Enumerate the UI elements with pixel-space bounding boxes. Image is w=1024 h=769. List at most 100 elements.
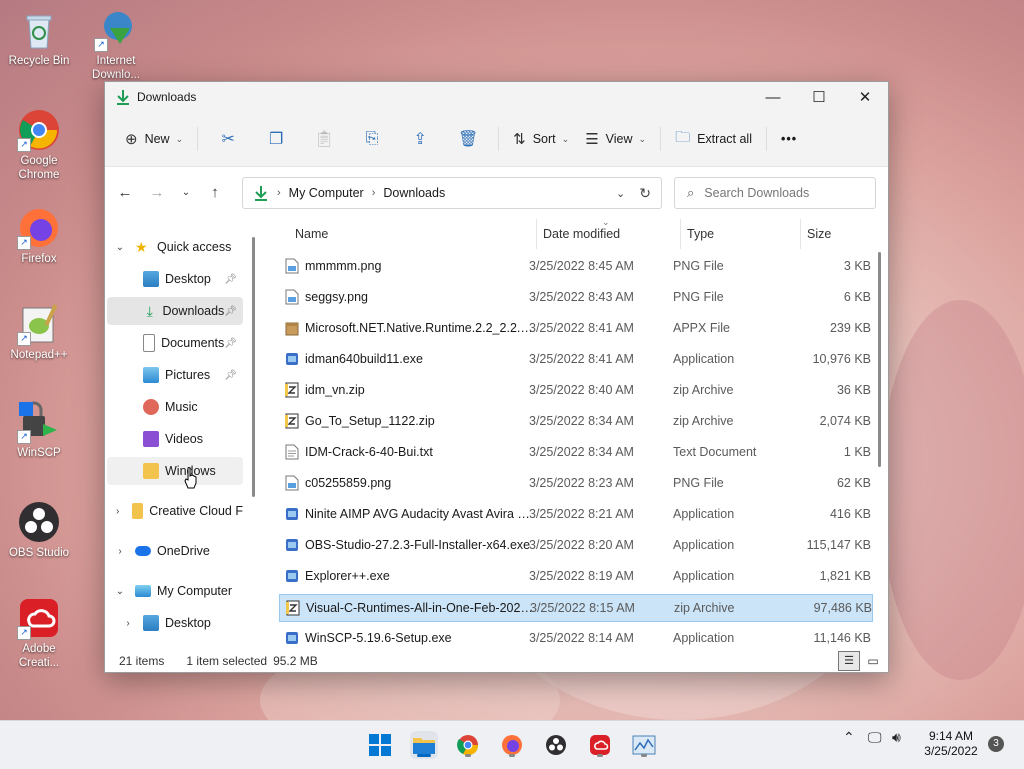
desktop-icon-recycle-bin[interactable]: Recycle Bin xyxy=(1,8,77,68)
view-button[interactable]: ☰ View ⌄ xyxy=(577,123,654,155)
file-row[interactable]: mmmmm.png 3/25/2022 8:45 AM PNG File 3 KB xyxy=(279,253,871,279)
nav-downloads-quick[interactable]: ⤓ Downloads 📌︎ xyxy=(107,297,243,325)
desktop-icon-notepad-plus-plus[interactable]: ↗ Notepad++ xyxy=(1,302,77,362)
file-date: 3/25/2022 8:21 AM xyxy=(529,507,634,521)
details-view-button[interactable]: ☰ xyxy=(838,650,860,671)
desktop-icon-obs-studio[interactable]: OBS Studio xyxy=(1,500,77,560)
more-icon: ••• xyxy=(780,132,798,146)
nav-creative-cloud-files[interactable]: › Creative Cloud F xyxy=(107,497,243,525)
file-row[interactable]: idman640build11.exe 3/25/2022 8:41 AM Appl… xyxy=(279,346,871,372)
file-row[interactable]: Microsoft.NET.Native.Runtime.2.2_2.2.28.… xyxy=(279,315,871,341)
nav-videos[interactable]: Videos xyxy=(107,425,243,453)
file-size: 2,074 KB xyxy=(819,414,871,428)
forward-button[interactable]: → xyxy=(141,184,173,201)
taskbar-adobe-creative-cloud[interactable] xyxy=(586,731,614,759)
column-divider xyxy=(800,219,801,249)
desktop-icon-internet-download-manager[interactable]: ↗ Internet Downlo... xyxy=(78,8,154,82)
desktop-icon-firefox[interactable]: ↗ Firefox xyxy=(1,206,77,266)
nav-item-label: My Computer xyxy=(157,584,233,598)
nav-my-computer[interactable]: ⌄ My Computer xyxy=(107,577,243,605)
notification-badge[interactable]: 3 xyxy=(988,736,1004,752)
file-row[interactable]: Explorer++.exe 3/25/2022 8:19 AM Applicati… xyxy=(279,563,871,589)
downloads-icon xyxy=(115,89,131,105)
volume-icon[interactable]: 🔊︎ xyxy=(892,729,901,746)
file-date: 3/25/2022 8:34 AM xyxy=(529,445,634,459)
package-icon xyxy=(285,320,299,336)
desktop-icon-winscp[interactable]: ↗ WinSCP xyxy=(1,400,77,460)
more-options-button[interactable]: ••• xyxy=(773,123,805,155)
column-header-date[interactable]: Date modified xyxy=(543,227,620,249)
item-count: 21 items xyxy=(119,653,165,668)
file-row[interactable]: idm_vn.zip 3/25/2022 8:40 AM zip Archive 36… xyxy=(279,377,871,403)
taskbar-resource-monitor[interactable] xyxy=(630,731,658,759)
share-button[interactable]: ⇪ xyxy=(396,123,444,155)
divider xyxy=(660,127,662,151)
file-list-scrollbar[interactable] xyxy=(878,252,881,467)
nav-desktop-quick[interactable]: Desktop 📌︎ xyxy=(107,265,243,293)
file-size: 1 KB xyxy=(843,445,871,459)
taskbar-firefox[interactable] xyxy=(498,731,526,759)
up-button[interactable]: ↑ xyxy=(199,184,231,201)
nav-desktop-computer[interactable]: › Desktop xyxy=(107,609,243,637)
address-dropdown-chevron-icon[interactable]: ⌄ xyxy=(616,187,625,200)
file-size: 36 KB xyxy=(836,383,871,397)
file-row[interactable]: OBS-Studio-27.2.3-Full-Installer-x64.exe… xyxy=(279,532,871,558)
desktop-icon-google-chrome[interactable]: ↗ Google Chrome xyxy=(1,108,77,182)
desktop-icon-adobe-creative-cloud[interactable]: ↗ Adobe Creati... xyxy=(1,596,77,670)
file-explorer-window: Downloads — ☐ ✕ ⊕ New ⌄ ✂ ❐ 📋︎ ⎘ ⇪ 🗑︎ ⇅ … xyxy=(104,81,889,673)
minimize-button[interactable]: — xyxy=(750,82,796,112)
system-clock[interactable]: 9:14 AM 3/25/2022 xyxy=(916,729,986,759)
start-button[interactable] xyxy=(366,731,394,759)
paste-button[interactable]: 📋︎ xyxy=(300,123,348,155)
show-hidden-icons-chevron-icon[interactable]: ⌃ xyxy=(843,729,855,746)
large-icons-view-button[interactable]: ▭ xyxy=(864,654,882,668)
file-name: c05255859.png xyxy=(305,476,392,490)
chevron-down-icon: ⌄ xyxy=(175,133,184,144)
back-button[interactable]: ← xyxy=(109,184,141,201)
extract-all-button[interactable]: 🗀︎ Extract all xyxy=(667,123,760,155)
nav-pictures-quick[interactable]: Pictures 📌︎ xyxy=(107,361,243,389)
new-button[interactable]: ⊕ New ⌄ xyxy=(117,123,191,155)
maximize-button[interactable]: ☐ xyxy=(796,82,842,112)
rename-button[interactable]: ⎘ xyxy=(348,123,396,155)
close-button[interactable]: ✕ xyxy=(842,82,888,112)
title-bar[interactable]: Downloads — ☐ ✕ xyxy=(105,82,888,112)
chevron-down-icon: ⌄ xyxy=(561,133,570,144)
file-row[interactable]: Visual-C-Runtimes-All-in-One-Feb-2022...… xyxy=(279,594,873,622)
column-header-name[interactable]: Name xyxy=(295,227,328,249)
breadcrumb-my-computer[interactable]: My Computer xyxy=(289,186,364,200)
nav-windows-folder[interactable]: Windows xyxy=(107,457,243,485)
copy-button[interactable]: ❐ xyxy=(252,123,300,155)
file-row[interactable]: seggsy.png 3/25/2022 8:43 AM PNG File 6 KB xyxy=(279,284,871,310)
sort-button[interactable]: ⇅ Sort ⌄ xyxy=(505,123,577,155)
file-size: 115,147 KB xyxy=(806,538,871,552)
file-row[interactable]: Go_To_Setup_1122.zip 3/25/2022 8:34 AM zip… xyxy=(279,408,871,434)
selection-size: 95.2 MB xyxy=(273,653,318,668)
selection-count: 1 item selected xyxy=(186,653,268,668)
network-icon[interactable]: 🖵︎ xyxy=(868,729,882,746)
taskbar-obs[interactable] xyxy=(542,731,570,759)
nav-music[interactable]: Music xyxy=(107,393,243,421)
file-row[interactable]: IDM-Crack-6-40-Bui.txt 3/25/2022 8:34 AM T… xyxy=(279,439,871,465)
breadcrumb-downloads[interactable]: Downloads xyxy=(383,186,445,200)
nav-documents-quick[interactable]: Documents 📌︎ xyxy=(107,329,243,357)
search-box[interactable]: ⌕ Search Downloads xyxy=(674,177,876,209)
desktop-icon-label: Google Chrome xyxy=(18,155,60,181)
file-row[interactable]: Ninite AIMP AVG Audacity Avast Avira Bl.… xyxy=(279,501,871,527)
column-header-type[interactable]: Type xyxy=(687,227,714,249)
recent-locations-chevron-icon[interactable]: ⌄ xyxy=(173,187,199,198)
address-bar[interactable]: › My Computer › Downloads ⌄ ↻ xyxy=(242,177,662,209)
taskbar-chrome[interactable] xyxy=(454,731,482,759)
copy-icon: ❐ xyxy=(268,131,284,148)
nav-quick-access[interactable]: ⌄ ★ Quick access xyxy=(107,233,243,261)
column-header-size[interactable]: Size xyxy=(807,227,831,249)
refresh-icon[interactable]: ↻ xyxy=(639,185,651,202)
delete-button[interactable]: 🗑︎ xyxy=(444,123,492,155)
taskbar-file-explorer[interactable] xyxy=(410,731,438,759)
file-row[interactable]: WinSCP-5.19.6-Setup.exe 3/25/2022 8:14 AM… xyxy=(279,625,871,649)
nav-pane-scrollbar[interactable] xyxy=(252,237,255,497)
nav-onedrive[interactable]: › OneDrive xyxy=(107,537,243,565)
file-row[interactable]: c05255859.png 3/25/2022 8:23 AM PNG File 62… xyxy=(279,470,871,496)
cut-button[interactable]: ✂ xyxy=(204,123,252,155)
running-indicator xyxy=(641,754,647,757)
